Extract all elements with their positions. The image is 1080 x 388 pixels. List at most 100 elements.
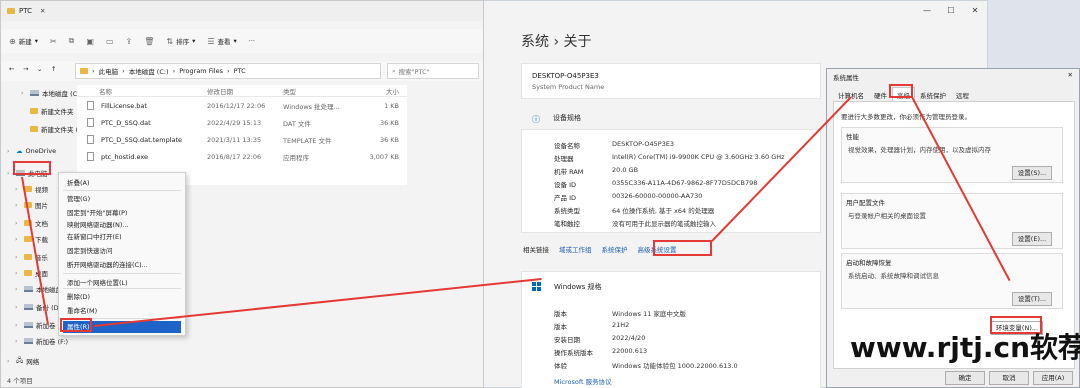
cut-icon[interactable]: ✂ bbox=[50, 37, 57, 46]
copy-icon[interactable]: ⧉ bbox=[69, 36, 75, 46]
ok-button[interactable]: 确定 bbox=[945, 371, 985, 385]
menu-item[interactable]: 断开网络驱动器的连接(C)... bbox=[63, 259, 181, 271]
net-icon: 🖧 bbox=[16, 355, 24, 364]
file-type: 应用程序 bbox=[283, 153, 309, 162]
menu-item[interactable]: 管理(G) bbox=[63, 193, 181, 205]
crumb-c[interactable]: 本地磁盘 (C:) bbox=[129, 66, 169, 76]
maximize-icon[interactable]: ☐ bbox=[939, 1, 963, 21]
group-settings-button[interactable]: 设置(E)... bbox=[1012, 232, 1052, 246]
file-type: DAT 文件 bbox=[283, 119, 311, 128]
spec-row: 设备 ID 0355C336-A11A-4D67-9862-8F77D5DCB79… bbox=[554, 179, 814, 189]
menu-item[interactable]: 固定到快速访问 bbox=[63, 245, 181, 257]
sidebar-item[interactable]: › 备份 (D:) bbox=[15, 301, 63, 313]
close-tab-icon[interactable]: ✕ bbox=[40, 7, 45, 15]
col-name[interactable]: 名称 bbox=[77, 86, 207, 96]
file-date: 2016/12/17 22:06 bbox=[207, 101, 266, 110]
sidebar-item[interactable]: › ☁ OneDrive bbox=[7, 145, 56, 157]
paste-icon[interactable]: ▣ bbox=[86, 37, 94, 46]
chevron-right-icon[interactable]: › bbox=[15, 322, 21, 329]
file-date: 2022/4/29 15:13 bbox=[207, 118, 262, 127]
chevron-right-icon[interactable]: › bbox=[7, 358, 13, 365]
navigation-row: ← → ⌄ ↑ › 此电脑 › 本地磁盘 (C:) › Program Files ›… bbox=[1, 61, 483, 81]
plus-icon: ⊕ bbox=[9, 36, 16, 46]
sidebar-item[interactable]: 新建文件夹 (2) bbox=[21, 123, 85, 135]
menu-item[interactable]: 删除(D) bbox=[63, 291, 181, 303]
new-button[interactable]: ⊕ 新建 ▾ bbox=[9, 36, 38, 47]
rename-icon[interactable]: ▭ bbox=[106, 37, 114, 46]
chevron-right-icon[interactable]: › bbox=[15, 304, 21, 311]
share-icon[interactable]: ⇪ bbox=[126, 37, 133, 46]
chevron-right-icon[interactable]: › bbox=[15, 186, 21, 193]
file-row[interactable]: ptc_hostid.exe 2016/8/17 22:06 应用程序 3,007 K… bbox=[77, 148, 407, 165]
link-domain[interactable]: 域或工作组 bbox=[559, 244, 592, 254]
apply-button[interactable]: 应用(A) bbox=[1033, 371, 1073, 385]
address-bar[interactable]: › 此电脑 › 本地磁盘 (C:) › Program Files › PTC bbox=[75, 63, 381, 79]
file-row[interactable]: PTC_D_SSQ.dat 2022/4/29 15:13 DAT 文件 36 KB bbox=[77, 114, 407, 131]
chevron-right-icon[interactable]: › bbox=[15, 202, 21, 209]
chevron-right-icon[interactable]: › bbox=[15, 236, 21, 243]
menu-divider bbox=[63, 190, 181, 191]
chevron-right-icon[interactable]: › bbox=[15, 270, 21, 277]
link-protection[interactable]: 系统保护 bbox=[602, 244, 628, 254]
file-row[interactable]: PTC_D_SSQ.dat.template 2021/3/11 13:35 TEM… bbox=[77, 131, 407, 148]
sidebar-item-label: 网络 bbox=[26, 358, 40, 366]
delete-icon[interactable]: 🗑 bbox=[144, 37, 154, 46]
window-title: PTC bbox=[19, 7, 32, 15]
windows-icon bbox=[532, 282, 541, 291]
up-icon[interactable]: ↑ bbox=[51, 65, 56, 73]
folder-icon bbox=[24, 254, 32, 260]
col-size[interactable]: 大小 bbox=[351, 86, 403, 96]
spec-value: 64 位操作系统, 基于 x64 的处理器 bbox=[612, 207, 715, 215]
cancel-button[interactable]: 取消 bbox=[989, 371, 1029, 385]
group-settings-button[interactable]: 设置(T)... bbox=[1012, 292, 1052, 306]
sort-icon: ⇅ bbox=[166, 36, 174, 46]
sidebar-item[interactable]: › 本地磁盘 bbox=[15, 283, 62, 295]
sort-button[interactable]: ⇅ 排序 ▾ bbox=[166, 36, 195, 47]
forward-icon[interactable]: → bbox=[23, 65, 28, 73]
spec-row: 系统类型 64 位操作系统, 基于 x64 的处理器 bbox=[554, 205, 814, 215]
chevron-right-icon[interactable]: › bbox=[7, 148, 13, 155]
crumb-pc[interactable]: 此电脑 bbox=[99, 66, 119, 76]
more-button[interactable]: ··· bbox=[249, 37, 255, 45]
search-input[interactable]: ⌕ 搜索"PTC" bbox=[387, 63, 479, 79]
sidebar-item[interactable]: › 图片 bbox=[15, 199, 48, 211]
sidebar-item[interactable]: › 视频 bbox=[15, 183, 48, 195]
crumb-pf[interactable]: Program Files bbox=[179, 67, 223, 75]
sidebar-item[interactable]: › 本地磁盘 (C:) bbox=[21, 87, 82, 99]
group-title: 启动和故障恢复 bbox=[846, 259, 892, 267]
dialog-close-icon[interactable]: ✕ bbox=[1068, 71, 1073, 79]
menu-item[interactable]: 重命名(M) bbox=[63, 305, 181, 317]
crumb-ptc[interactable]: PTC bbox=[234, 67, 246, 75]
folder-icon bbox=[30, 108, 38, 114]
menu-item[interactable]: 折叠(A) bbox=[63, 177, 181, 189]
sidebar-item[interactable]: › 音乐 bbox=[15, 251, 48, 263]
up-dropdown-icon[interactable]: ⌄ bbox=[37, 65, 42, 73]
view-button[interactable]: ☰ 查看 ▾ bbox=[207, 36, 236, 47]
ms-service-link[interactable]: Microsoft 服务协议 bbox=[554, 376, 612, 386]
highlight-this-pc bbox=[13, 161, 51, 175]
spec-row: 产品 ID 00326-60000-00000-AA730 bbox=[554, 192, 814, 202]
col-date[interactable]: 修改日期 bbox=[207, 86, 283, 96]
group-settings-button[interactable]: 设置(S)... bbox=[1012, 166, 1052, 180]
drive-icon bbox=[24, 338, 33, 344]
close-icon[interactable]: ✕ bbox=[963, 1, 987, 21]
file-row[interactable]: FillLicense.bat 2016/12/17 22:06 Windows 批… bbox=[77, 97, 407, 114]
sidebar-item[interactable]: › 🖧 网络 bbox=[7, 355, 39, 367]
sidebar-item[interactable]: 新建文件夹 bbox=[21, 105, 74, 117]
minimize-icon[interactable]: — bbox=[915, 1, 939, 21]
sidebar-item[interactable]: › 新加卷 (F:) bbox=[15, 335, 68, 347]
menu-item[interactable]: 映射网络驱动器(N)... bbox=[63, 219, 181, 231]
menu-item[interactable]: 在新窗口中打开(E) bbox=[63, 231, 181, 243]
col-type[interactable]: 类型 bbox=[283, 86, 351, 96]
windows-spec-card: Windows 规格 版本 Windows 11 家庭中文版 版本 21H2 安装日期 2… bbox=[521, 271, 821, 388]
chevron-right-icon[interactable]: › bbox=[15, 338, 21, 345]
spec-key: 安装日期 bbox=[554, 336, 580, 344]
chevron-right-icon[interactable]: › bbox=[15, 286, 21, 293]
chevron-right-icon[interactable]: › bbox=[15, 254, 21, 261]
sidebar-item[interactable]: › 桌面 bbox=[15, 267, 48, 279]
chevron-right-icon[interactable]: › bbox=[15, 220, 21, 227]
menu-item[interactable]: 固定到"开始"屏幕(P) bbox=[63, 207, 181, 219]
back-icon[interactable]: ← bbox=[9, 65, 14, 73]
chevron-right-icon[interactable]: › bbox=[21, 90, 27, 97]
file-name: PTC_D_SSQ.dat bbox=[101, 118, 151, 127]
